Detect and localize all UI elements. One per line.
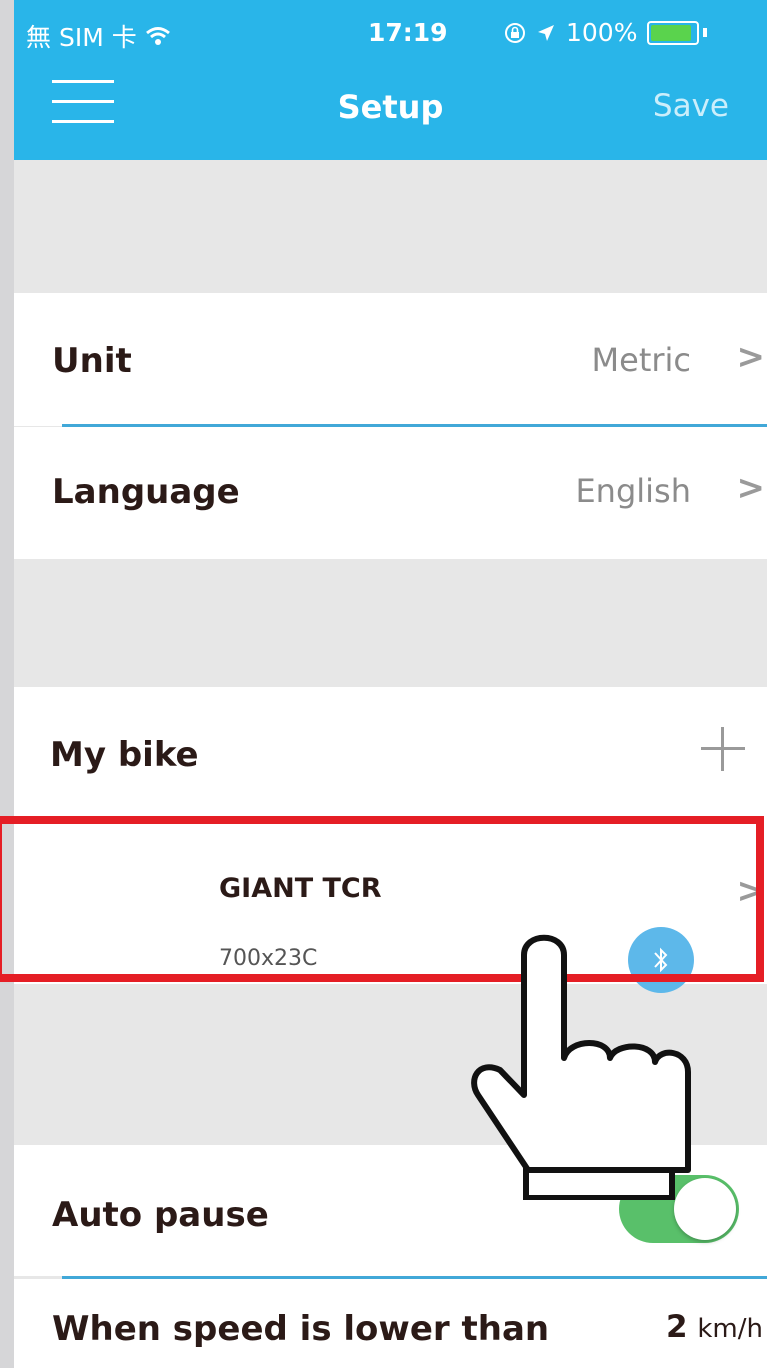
toggle-knob bbox=[674, 1178, 736, 1240]
orientation-lock-icon bbox=[505, 22, 525, 43]
bluetooth-glyph bbox=[654, 947, 668, 973]
setting-language-row[interactable]: Language English > bbox=[14, 427, 767, 559]
status-time: 17:19 bbox=[368, 18, 448, 47]
chevron-right-icon: > bbox=[736, 337, 766, 377]
top-bar: 無 SIM 卡 17:19 100% Setup Save bbox=[14, 0, 767, 160]
bike-list-item[interactable]: GIANT TCR 700x23C > bbox=[14, 821, 767, 993]
unit-value: Metric bbox=[591, 341, 691, 379]
auto-pause-threshold-row[interactable]: When speed is lower than 2 km/h bbox=[14, 1279, 767, 1368]
auto-pause-toggle[interactable] bbox=[619, 1175, 739, 1243]
my-bike-header-row: My bike bbox=[14, 687, 767, 821]
threshold-value: 2 bbox=[665, 1309, 688, 1345]
unit-label: Unit bbox=[52, 341, 132, 381]
threshold-unit: km/h bbox=[697, 1314, 763, 1344]
language-value: English bbox=[575, 472, 691, 510]
save-button[interactable]: Save bbox=[653, 88, 729, 124]
status-right: 100% bbox=[504, 18, 708, 47]
battery-percent: 100% bbox=[566, 18, 638, 47]
chevron-right-icon: > bbox=[736, 468, 766, 508]
chevron-right-icon: > bbox=[736, 871, 766, 911]
bluetooth-icon[interactable] bbox=[628, 927, 694, 993]
status-bar: 無 SIM 卡 17:19 100% bbox=[14, 8, 767, 52]
threshold-speed[interactable]: 2 km/h bbox=[666, 1309, 763, 1345]
bike-wheel-size: 700x23C bbox=[219, 946, 318, 971]
add-bike-plus-icon[interactable] bbox=[701, 727, 745, 771]
threshold-label: When speed is lower than bbox=[52, 1309, 550, 1349]
nav-row: Setup Save bbox=[14, 80, 767, 140]
carrier-info: 無 SIM 卡 bbox=[26, 18, 171, 54]
app-screen: 無 SIM 卡 17:19 100% Setup Save Unit Metri… bbox=[14, 0, 767, 1368]
bike-name: GIANT TCR bbox=[219, 873, 382, 904]
my-bike-label: My bike bbox=[50, 735, 199, 775]
battery-fill bbox=[651, 24, 692, 41]
language-label: Language bbox=[52, 472, 240, 512]
carrier-label: 無 SIM 卡 bbox=[26, 23, 137, 52]
setting-unit-row[interactable]: Unit Metric > bbox=[14, 293, 767, 426]
battery-tip bbox=[703, 28, 708, 37]
wifi-icon bbox=[145, 27, 170, 45]
location-arrow-icon bbox=[538, 24, 554, 41]
auto-pause-row: Auto pause bbox=[14, 1145, 767, 1276]
battery-icon bbox=[647, 20, 700, 45]
auto-pause-label: Auto pause bbox=[52, 1195, 269, 1235]
